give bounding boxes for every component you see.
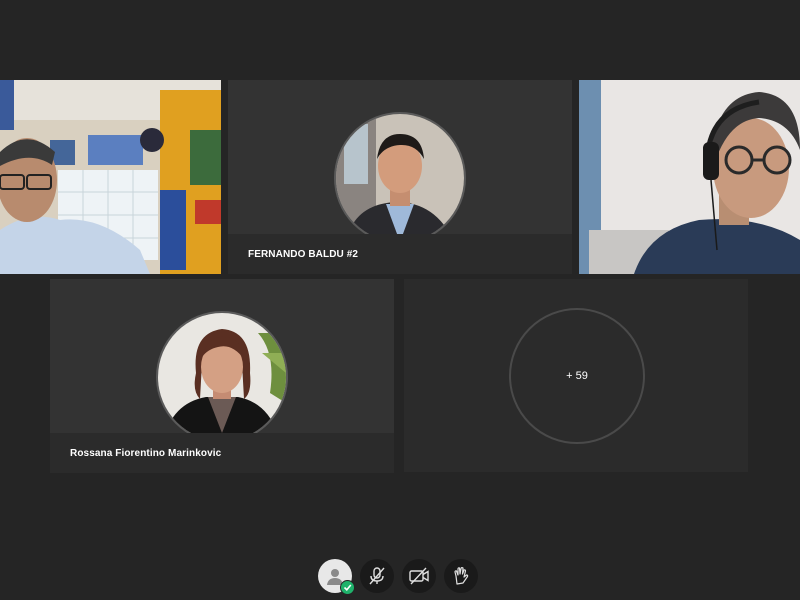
mute-microphone-button[interactable]: [360, 559, 394, 593]
check-icon: [340, 580, 355, 595]
participant-name: FERNANDO BALDU #2: [228, 234, 572, 274]
avatar: [334, 112, 466, 244]
participant-video-right: [579, 80, 800, 274]
participant-tile-fernando[interactable]: FERNANDO BALDU #2: [228, 80, 572, 274]
participant-video-left: [0, 80, 221, 274]
call-toolbar: [318, 559, 488, 595]
profile-photo: [158, 313, 286, 441]
more-participants-tile[interactable]: + 59: [404, 279, 748, 472]
participant-tile-rossana[interactable]: Rossana Fiorentino Marinkovic: [50, 279, 394, 473]
video-tile-right[interactable]: [579, 80, 800, 274]
more-count-label: + 59: [566, 370, 588, 382]
stop-camera-button[interactable]: [402, 559, 436, 593]
raise-hand-icon: [454, 567, 469, 585]
participant-name: Rossana Fiorentino Marinkovic: [50, 433, 394, 473]
raise-hand-button[interactable]: [444, 559, 478, 593]
microphone-off-icon: [369, 567, 385, 585]
video-tile-left[interactable]: [0, 80, 221, 274]
camera-off-icon: [409, 567, 429, 585]
profile-photo: [336, 114, 464, 242]
avatar: [156, 311, 288, 443]
more-participants-count[interactable]: + 59: [509, 308, 645, 444]
user-status-button[interactable]: [318, 559, 355, 595]
